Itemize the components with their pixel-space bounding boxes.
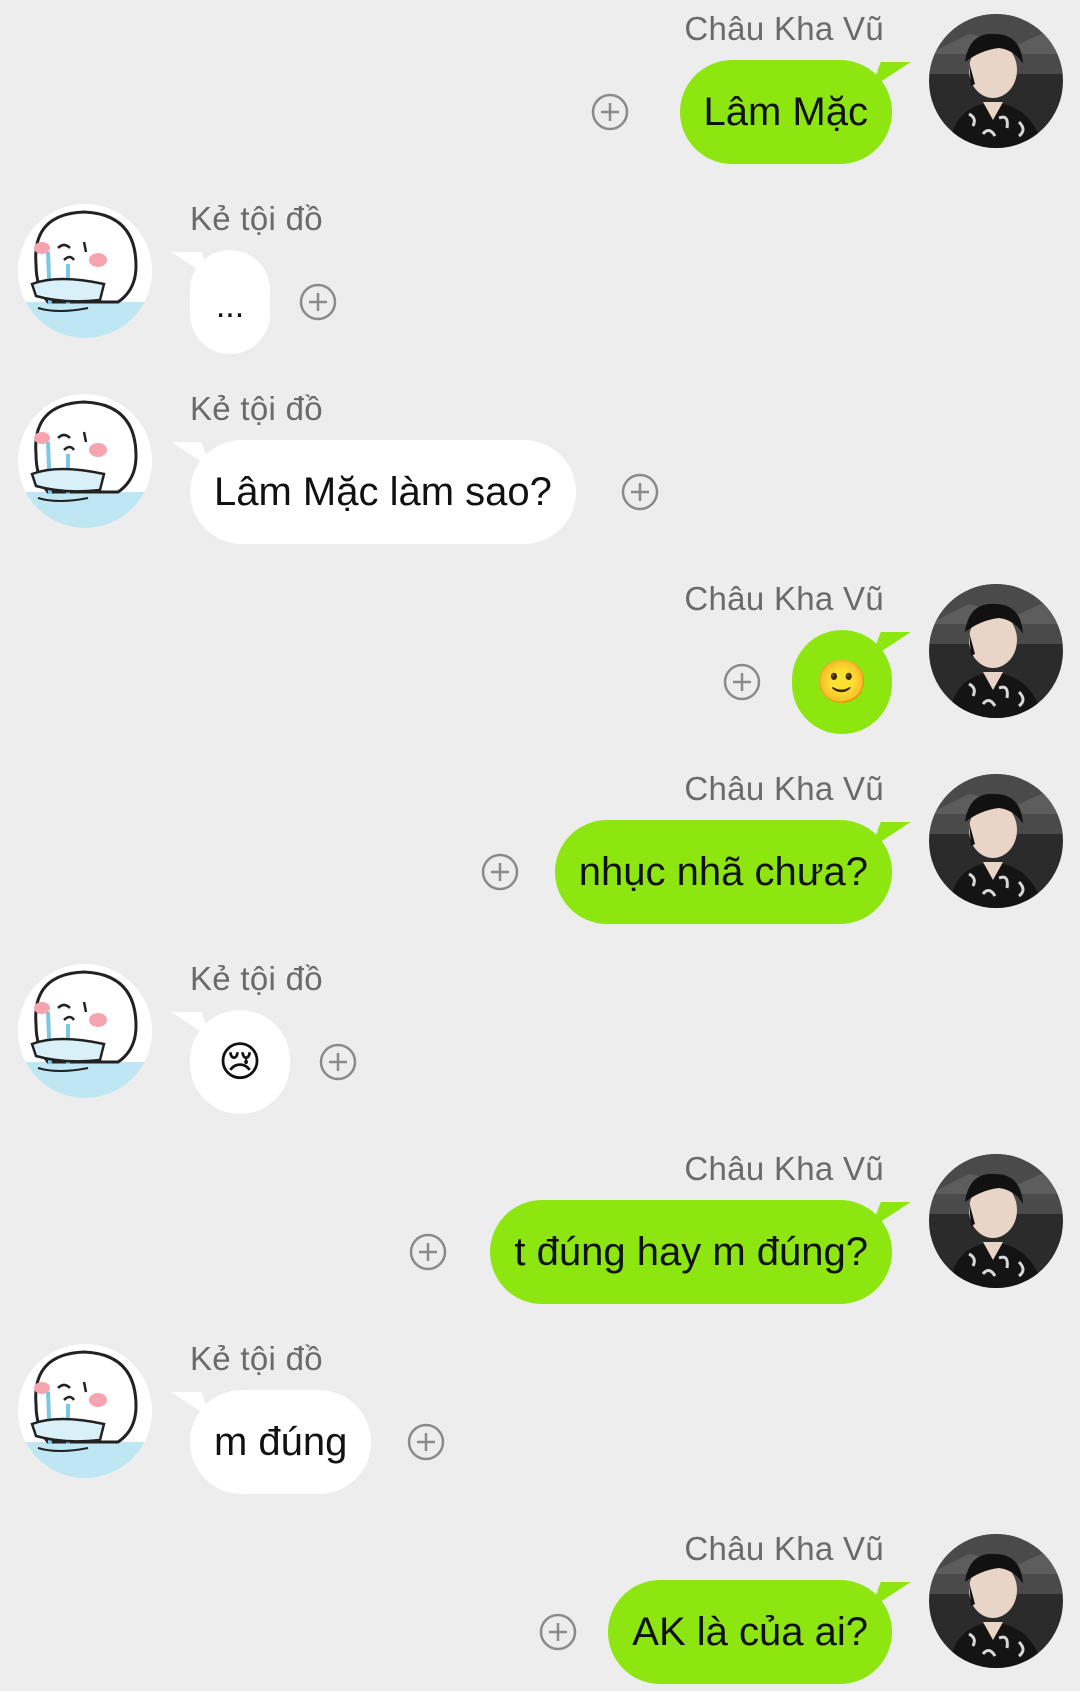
- message-bubble[interactable]: AK là của ai?: [608, 1580, 892, 1684]
- message-bubble[interactable]: nhục nhã chưa?: [554, 820, 892, 924]
- add-reaction-icon[interactable]: [590, 92, 630, 132]
- add-reaction-icon[interactable]: [408, 1232, 448, 1272]
- message-row: Kẻ tội đồ 😢: [0, 960, 1080, 1124]
- message-bubble[interactable]: t đúng hay m đúng?: [490, 1200, 892, 1304]
- sender-name: Châu Kha Vũ: [684, 1150, 884, 1187]
- message-bubble[interactable]: Lâm Mặc làm sao?: [190, 440, 576, 544]
- sender-name: Châu Kha Vũ: [684, 770, 884, 807]
- avatar[interactable]: [18, 964, 152, 1098]
- avatar[interactable]: [929, 584, 1063, 718]
- message-row: Châu Kha Vũ t đúng hay m đúng?: [0, 1150, 1080, 1314]
- avatar[interactable]: [929, 1534, 1063, 1668]
- message-row: Kẻ tội đồ m đúng: [0, 1340, 1080, 1504]
- message-bubble[interactable]: 🙂: [792, 630, 892, 734]
- message-row: Châu Kha Vũ 🙂: [0, 580, 1080, 744]
- message-bubble[interactable]: 😢: [190, 1010, 290, 1114]
- message-row: Kẻ tội đồ Lâm Mặc làm sao?: [0, 390, 1080, 554]
- add-reaction-icon[interactable]: [298, 282, 338, 322]
- add-reaction-icon[interactable]: [538, 1612, 578, 1652]
- sender-name: Kẻ tội đồ: [190, 1340, 323, 1377]
- add-reaction-icon[interactable]: [318, 1042, 358, 1082]
- avatar[interactable]: [929, 774, 1063, 908]
- message-bubble[interactable]: Lâm Mặc: [679, 60, 892, 164]
- avatar[interactable]: [929, 14, 1063, 148]
- avatar[interactable]: [929, 1154, 1063, 1288]
- avatar[interactable]: [18, 394, 152, 528]
- add-reaction-icon[interactable]: [620, 472, 660, 512]
- message-row: Kẻ tội đồ ...: [0, 200, 1080, 364]
- sender-name: Châu Kha Vũ: [684, 10, 884, 47]
- add-reaction-icon[interactable]: [406, 1422, 446, 1462]
- sender-name: Châu Kha Vũ: [684, 1530, 884, 1567]
- message-bubble[interactable]: ...: [190, 250, 270, 354]
- message-row: Châu Kha Vũ Lâm Mặc: [0, 10, 1080, 174]
- add-reaction-icon[interactable]: [722, 662, 762, 702]
- avatar[interactable]: [18, 1344, 152, 1478]
- message-row: Châu Kha Vũ nhục nhã chưa?: [0, 770, 1080, 934]
- sender-name: Kẻ tội đồ: [190, 200, 323, 237]
- add-reaction-icon[interactable]: [480, 852, 520, 892]
- message-bubble[interactable]: m đúng: [190, 1390, 372, 1494]
- message-row: Châu Kha Vũ AK là của ai?: [0, 1530, 1080, 1691]
- sender-name: Kẻ tội đồ: [190, 390, 323, 427]
- avatar[interactable]: [18, 204, 152, 338]
- sender-name: Kẻ tội đồ: [190, 960, 323, 997]
- sender-name: Châu Kha Vũ: [684, 580, 884, 617]
